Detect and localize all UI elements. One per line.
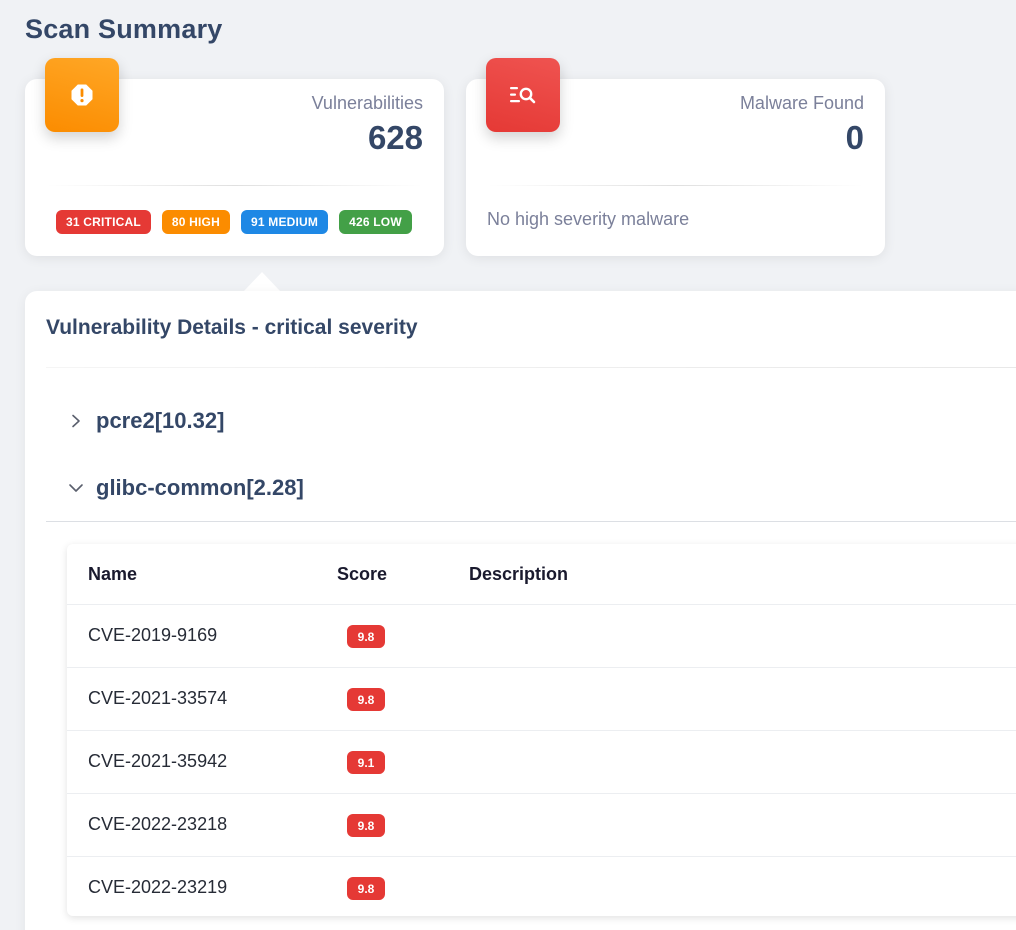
column-header-name[interactable]: Name (88, 564, 137, 585)
score-badge: 9.8 (347, 625, 385, 648)
malware-label: Malware Found (739, 93, 864, 113)
vulnerabilities-count: 628 (367, 119, 423, 156)
package-name: pcre2[10.32] (96, 408, 225, 433)
critical-badge[interactable]: 31 CRITICAL (56, 210, 151, 234)
cve-name: CVE-2022-23219 (88, 877, 228, 897)
cve-name: CVE-2022-23218 (88, 814, 228, 834)
table-row[interactable]: CVE-2019-9169 9.8 (67, 605, 1016, 668)
high-badge[interactable]: 80 HIGH (161, 210, 230, 234)
chevron-right-icon (65, 410, 87, 432)
score-badge: 9.8 (347, 877, 385, 900)
cve-name: CVE-2021-35942 (88, 751, 228, 771)
column-header-score[interactable]: Score (337, 564, 387, 585)
chevron-down-icon (65, 477, 87, 499)
table-row[interactable]: CVE-2021-35942 9.1 (67, 731, 1016, 794)
page-title: Scan Summary (25, 14, 223, 44)
table-header: Name Score Description (67, 544, 1016, 605)
vulnerabilities-card: Vulnerabilities 628 31 CRITICAL 80 HIGH … (25, 58, 444, 256)
column-header-description[interactable]: Description (469, 564, 568, 585)
score-badge: 9.1 (347, 751, 385, 774)
score-badge: 9.8 (347, 688, 385, 711)
score-badge: 9.8 (347, 814, 385, 837)
table-row[interactable]: CVE-2021-33574 9.8 (67, 668, 1016, 731)
package-toggle-pcre2[interactable]: pcre2[10.32] (65, 408, 224, 434)
cve-name: CVE-2019-9169 (88, 625, 218, 645)
details-title: Vulnerability Details - critical severit… (46, 316, 418, 339)
divider (487, 185, 864, 186)
alert-octagon-icon (45, 58, 119, 132)
malware-card: Malware Found 0 No high severity malware (466, 58, 885, 256)
malware-count: 0 (845, 119, 864, 156)
divider (46, 367, 1016, 368)
medium-badge[interactable]: 91 MEDIUM (240, 210, 329, 234)
severity-badges: 31 CRITICAL 80 HIGH 91 MEDIUM 426 LOW (56, 210, 412, 234)
table-row[interactable]: CVE-2022-23219 9.8 (67, 857, 1016, 920)
divider (46, 185, 423, 186)
popover-pointer (244, 272, 280, 291)
package-name: glibc-common[2.28] (96, 475, 304, 500)
list-search-icon (486, 58, 560, 132)
low-badge[interactable]: 426 LOW (339, 210, 412, 234)
package-toggle-glibc-common[interactable]: glibc-common[2.28] (65, 475, 304, 501)
cve-table: Name Score Description CVE-2019-9169 9.8… (67, 544, 1016, 916)
table-row[interactable]: CVE-2022-23218 9.8 (67, 794, 1016, 857)
divider (46, 521, 1016, 522)
malware-note: No high severity malware (487, 209, 690, 229)
vulnerability-details-panel: Vulnerability Details - critical severit… (25, 291, 1016, 930)
vulnerabilities-label: Vulnerabilities (311, 93, 423, 113)
cve-name: CVE-2021-33574 (88, 688, 228, 708)
